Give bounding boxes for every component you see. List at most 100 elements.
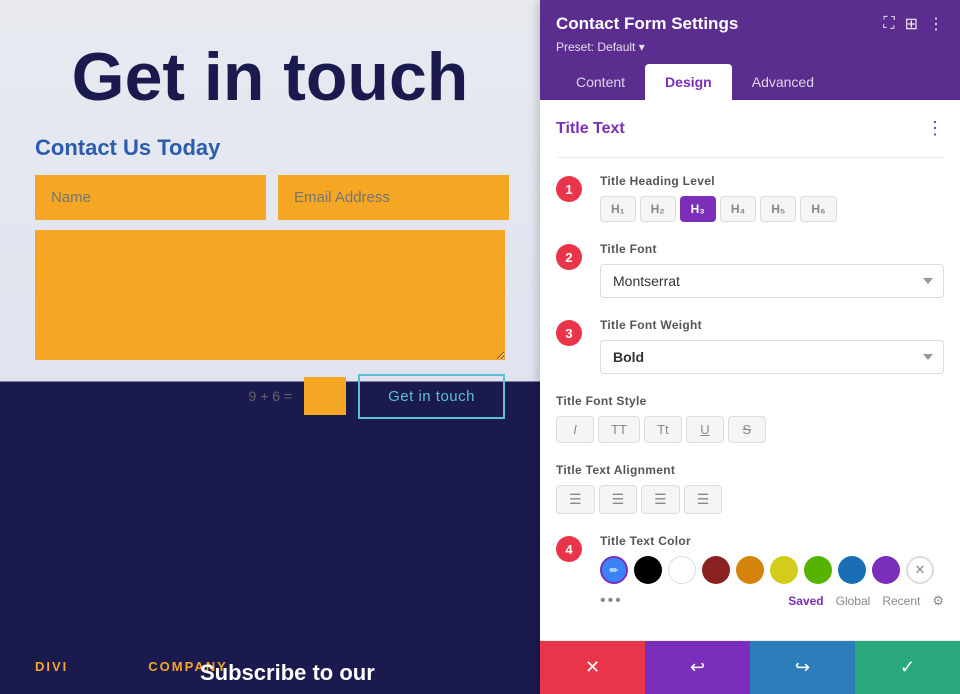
captcha-box [304, 377, 346, 415]
align-btn-left[interactable]: ☰ [556, 485, 595, 514]
style-btn-strikethrough[interactable]: S [728, 416, 766, 443]
settings-panel: Contact Form Settings ⛶ ⊞ ⋮ Preset: Defa… [540, 0, 960, 694]
heading-btns: H₁ H₂ H₃ H₄ H₅ H₆ [600, 196, 944, 222]
section-header: Title Text ⋮ [556, 118, 944, 139]
tab-advanced[interactable]: Advanced [732, 64, 834, 100]
color-row: 4 Title Text Color ✏ [556, 534, 944, 610]
align-btn-right[interactable]: ☰ [641, 485, 680, 514]
panel-footer: ✕ ↩ ↪ ✓ [540, 640, 960, 694]
color-label: Title Text Color [600, 534, 944, 548]
heading-btn-h5[interactable]: H₅ [760, 196, 796, 222]
tab-content[interactable]: Content [556, 64, 645, 100]
more-vert-icon[interactable]: ⋮ [928, 14, 944, 34]
step-badge-4: 4 [556, 536, 582, 562]
step-badge-2: 2 [556, 244, 582, 270]
panel-tabs: Content Design Advanced [556, 64, 944, 100]
setting-group-font: 2 Title Font Montserrat [556, 242, 944, 298]
style-btn-capitalize[interactable]: Tt [644, 416, 682, 443]
name-input[interactable] [35, 175, 266, 220]
form-row-message [35, 230, 505, 360]
heading-btn-h3[interactable]: H₃ [680, 196, 716, 222]
weight-select[interactable]: Bold [600, 340, 944, 374]
webpage-preview: Get in touch Contact Us Today 9 + 6 = Ge… [0, 0, 540, 694]
swatch-more[interactable]: ••• [600, 592, 623, 610]
swatch-black[interactable] [634, 556, 662, 584]
captcha-text: 9 + 6 = [249, 388, 293, 404]
step-badge-1: 1 [556, 176, 582, 202]
swatch-row-bottom: ••• Saved Global Recent ⚙ [600, 592, 944, 610]
form-row-top [35, 175, 505, 220]
form-bottom: 9 + 6 = Get in touch [35, 374, 505, 419]
contact-section: Contact Us Today 9 + 6 = Get in touch [0, 115, 540, 439]
font-row: 2 Title Font Montserrat [556, 242, 944, 298]
align-btn-center[interactable]: ☰ [599, 485, 638, 514]
weight-label: Title Font Weight [600, 318, 944, 332]
redo-button[interactable]: ↪ [750, 641, 855, 694]
section-title: Title Text [556, 120, 625, 138]
footer-col-divi: DIVI [35, 659, 68, 674]
align-label: Title Text Alignment [556, 463, 944, 477]
swatch-gear-icon[interactable]: ⚙ [932, 593, 944, 609]
align-btn-justify[interactable]: ☰ [684, 485, 723, 514]
heading-btn-h6[interactable]: H₆ [800, 196, 836, 222]
panel-header-icons: ⛶ ⊞ ⋮ [883, 14, 944, 34]
heading-btn-h1[interactable]: H₁ [600, 196, 636, 222]
style-label: Title Font Style [556, 394, 944, 408]
pencil-icon: ✏ [609, 564, 618, 577]
section-menu-icon[interactable]: ⋮ [926, 118, 944, 139]
contact-heading: Contact Us Today [35, 135, 505, 161]
swatch-white[interactable] [668, 556, 696, 584]
setting-group-style: Title Font Style I TT Tt U S [556, 394, 944, 443]
swatch-tab-recent[interactable]: Recent [882, 594, 920, 608]
panel-header: Contact Form Settings ⛶ ⊞ ⋮ Preset: Defa… [540, 0, 960, 100]
badge-1: 1 [556, 174, 590, 202]
save-button[interactable]: ✓ [855, 641, 960, 694]
undo-button[interactable]: ↩ [645, 641, 750, 694]
style-btn-uppercase[interactable]: TT [598, 416, 640, 443]
swatch-tab-saved[interactable]: Saved [788, 594, 823, 608]
panel-body: Title Text ⋮ 1 Title Heading Level H₁ H₂… [540, 100, 960, 640]
panel-title: Contact Form Settings [556, 14, 738, 34]
step-badge-3: 3 [556, 320, 582, 346]
heading-level-label: Title Heading Level [600, 174, 944, 188]
preset-label[interactable]: Preset: Default [556, 40, 944, 54]
swatch-orange[interactable] [736, 556, 764, 584]
style-btn-underline[interactable]: U [686, 416, 724, 443]
font-label: Title Font [600, 242, 944, 256]
swatch-purple[interactable] [872, 556, 900, 584]
badge-4: 4 [556, 534, 590, 562]
email-input[interactable] [278, 175, 509, 220]
cancel-button[interactable]: ✕ [540, 641, 645, 694]
badge-2: 2 [556, 242, 590, 270]
divider-1 [556, 157, 944, 158]
font-select[interactable]: Montserrat [600, 264, 944, 298]
heading-btn-h4[interactable]: H₄ [720, 196, 756, 222]
swatch-blue[interactable] [838, 556, 866, 584]
swatch-dark-red[interactable] [702, 556, 730, 584]
heading-level-row: 1 Title Heading Level H₁ H₂ H₃ H₄ H₅ H₆ [556, 174, 944, 222]
color-swatches: ✏ ✕ [600, 556, 944, 584]
heading-btn-h2[interactable]: H₂ [640, 196, 676, 222]
setting-group-align: Title Text Alignment ☰ ☰ ☰ ☰ [556, 463, 944, 514]
expand-icon[interactable]: ⛶ [883, 15, 894, 33]
subscribe-text: Subscribe to our [200, 660, 375, 686]
style-btns: I TT Tt U S [556, 416, 944, 443]
setting-group-color: 4 Title Text Color ✏ [556, 534, 944, 610]
swatch-custom[interactable]: ✕ [906, 556, 934, 584]
swatch-tabs: Saved Global Recent ⚙ [788, 593, 944, 609]
tab-design[interactable]: Design [645, 64, 732, 100]
page-title: Get in touch [0, 0, 540, 115]
submit-button[interactable]: Get in touch [358, 374, 505, 419]
setting-group-weight: 3 Title Font Weight Bold [556, 318, 944, 374]
swatch-tab-global[interactable]: Global [836, 594, 871, 608]
swatch-yellow[interactable] [770, 556, 798, 584]
columns-icon[interactable]: ⊞ [905, 14, 918, 34]
align-btns: ☰ ☰ ☰ ☰ [556, 485, 944, 514]
weight-row: 3 Title Font Weight Bold [556, 318, 944, 374]
swatch-green[interactable] [804, 556, 832, 584]
setting-group-heading: 1 Title Heading Level H₁ H₂ H₃ H₄ H₅ H₆ [556, 174, 944, 222]
style-btn-italic[interactable]: I [556, 416, 594, 443]
message-textarea[interactable] [35, 230, 505, 360]
swatch-active-blue[interactable]: ✏ [600, 556, 628, 584]
panel-header-top: Contact Form Settings ⛶ ⊞ ⋮ [556, 14, 944, 34]
